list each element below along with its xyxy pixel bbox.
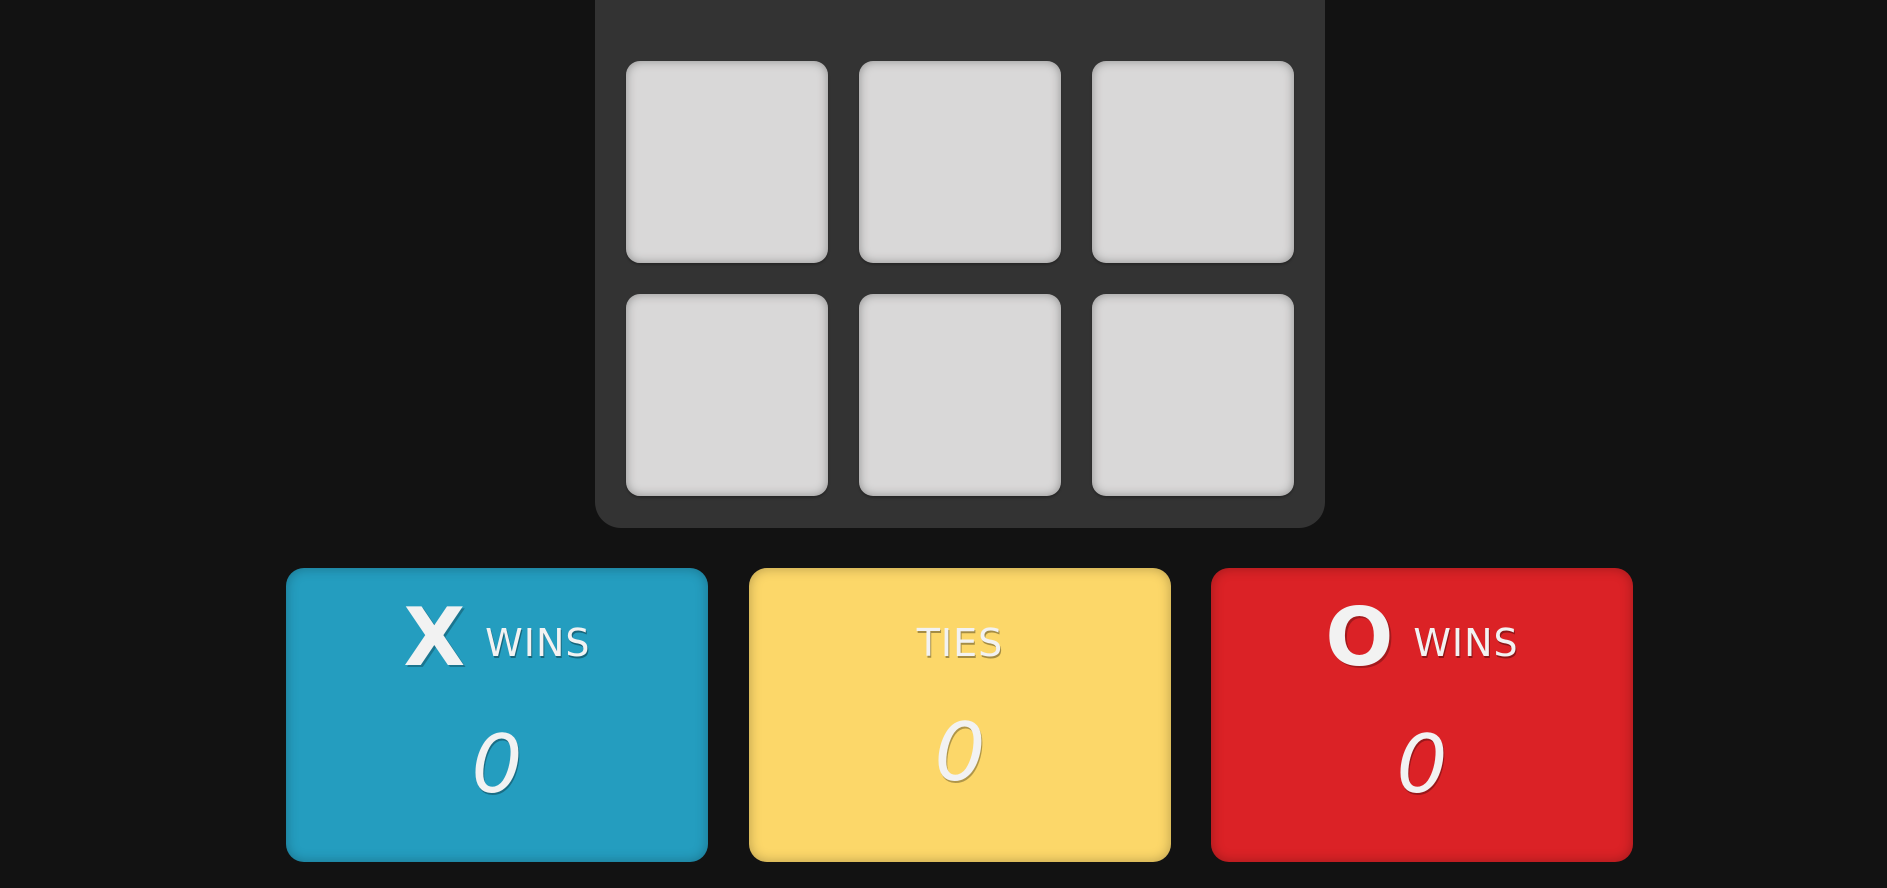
o-mark-icon: O bbox=[1325, 591, 1394, 684]
ties-label: TIES bbox=[916, 621, 1004, 665]
x-wins-count: 0 bbox=[471, 718, 523, 811]
o-wins-title: O WINS bbox=[1211, 598, 1633, 678]
board-cell-middle-right[interactable] bbox=[1092, 61, 1294, 263]
o-wins-card: O WINS 0 bbox=[1211, 568, 1633, 862]
board-cell-bottom-center[interactable] bbox=[859, 294, 1061, 496]
board-cell-middle-left[interactable] bbox=[626, 61, 828, 263]
x-wins-card: X WINS 0 bbox=[286, 568, 708, 862]
game-board bbox=[595, 0, 1325, 528]
x-wins-title: X WINS bbox=[286, 598, 708, 678]
board-cell-middle-center[interactable] bbox=[859, 61, 1061, 263]
ties-count: 0 bbox=[934, 706, 986, 799]
ties-card: TIES 0 bbox=[749, 568, 1171, 862]
board-cell-bottom-left[interactable] bbox=[626, 294, 828, 496]
o-wins-label: WINS bbox=[1413, 621, 1519, 665]
ties-title: TIES bbox=[749, 598, 1171, 678]
o-wins-count: 0 bbox=[1396, 718, 1448, 811]
board-cell-bottom-right[interactable] bbox=[1092, 294, 1294, 496]
x-wins-label: WINS bbox=[485, 621, 591, 665]
x-mark-icon: X bbox=[403, 591, 466, 684]
